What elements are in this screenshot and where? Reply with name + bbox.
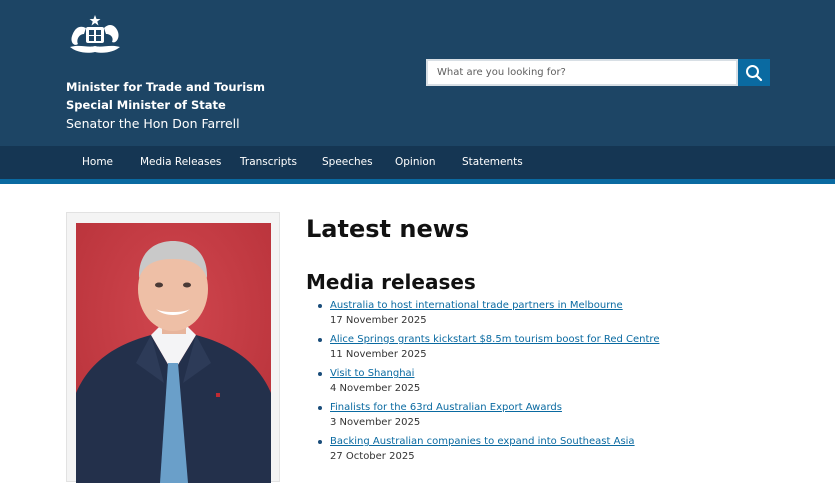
nav-item-home[interactable]: Home: [82, 146, 113, 179]
nav-item-transcripts[interactable]: Transcripts: [240, 146, 297, 179]
main-nav: Home Media Releases Transcripts Speeches…: [0, 146, 835, 179]
coat-of-arms-icon[interactable]: [66, 14, 124, 56]
list-item: Alice Springs grants kickstart $8.5m tou…: [306, 332, 806, 362]
nav-item-opinion[interactable]: Opinion: [395, 146, 436, 179]
minister-name: Senator the Hon Don Farrell: [66, 116, 240, 131]
bullet-icon: [318, 372, 322, 376]
nav-item-speeches[interactable]: Speeches: [322, 146, 373, 179]
media-releases-list: Australia to host international trade pa…: [306, 298, 806, 464]
list-item: Visit to Shanghai 4 November 2025: [306, 366, 806, 396]
bullet-icon: [318, 338, 322, 342]
release-date: 3 November 2025: [330, 417, 421, 428]
page-title: Latest news: [306, 215, 470, 243]
main-content: Latest news Media releases Australia to …: [306, 212, 806, 468]
list-item: Finalists for the 63rd Australian Export…: [306, 400, 806, 430]
release-link[interactable]: Alice Springs grants kickstart $8.5m tou…: [330, 332, 806, 347]
release-date: 27 October 2025: [330, 451, 415, 462]
nav-accent-stripe: [0, 179, 835, 184]
release-link[interactable]: Backing Australian companies to expand i…: [330, 434, 806, 449]
nav-item-media-releases[interactable]: Media Releases: [140, 146, 221, 179]
site-title[interactable]: Minister for Trade and Tourism Special M…: [66, 78, 265, 134]
search-input[interactable]: [426, 59, 738, 86]
minister-photo-card: [66, 212, 280, 483]
release-date: 4 November 2025: [330, 383, 421, 394]
list-item: Backing Australian companies to expand i…: [306, 434, 806, 464]
minister-title-line1: Minister for Trade and Tourism: [66, 80, 265, 94]
release-link[interactable]: Visit to Shanghai: [330, 366, 806, 381]
release-link[interactable]: Australia to host international trade pa…: [330, 298, 806, 313]
search-button[interactable]: [738, 59, 770, 86]
list-item: Australia to host international trade pa…: [306, 298, 806, 328]
search-form: [426, 59, 770, 86]
release-date: 17 November 2025: [330, 315, 427, 326]
release-link[interactable]: Finalists for the 63rd Australian Export…: [330, 400, 806, 415]
release-date: 11 November 2025: [330, 349, 427, 360]
minister-title-line2: Special Minister of State: [66, 98, 226, 112]
media-releases-heading: Media releases: [306, 270, 476, 294]
minister-portrait: [76, 223, 271, 483]
search-icon: [746, 64, 763, 81]
nav-item-statements[interactable]: Statements: [462, 146, 523, 179]
bullet-icon: [318, 304, 322, 308]
bullet-icon: [318, 440, 322, 444]
site-header: Minister for Trade and Tourism Special M…: [0, 0, 835, 146]
bullet-icon: [318, 406, 322, 410]
